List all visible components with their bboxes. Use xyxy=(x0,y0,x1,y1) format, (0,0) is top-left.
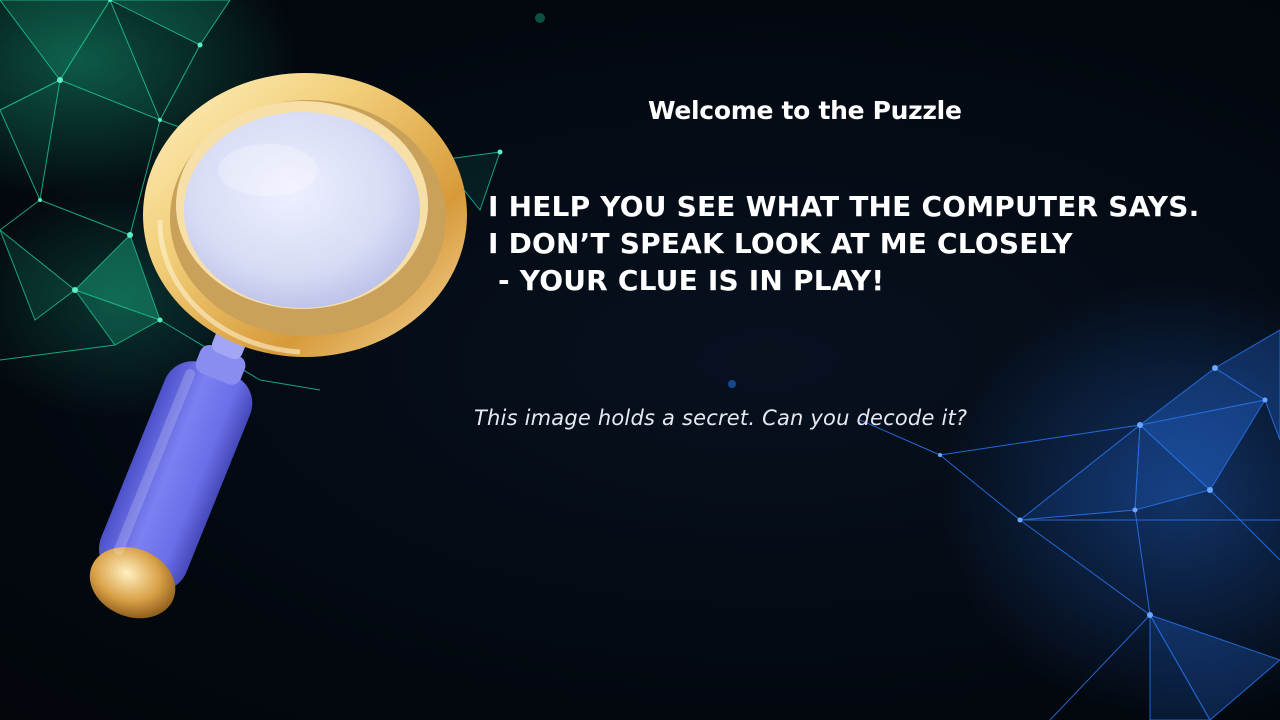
riddle-line-3: - YOUR CLUE IS IN PLAY! xyxy=(488,264,885,297)
secret-caption: This image holds a secret. Can you decod… xyxy=(474,406,968,430)
riddle-line-2: I DON’T SPEAK LOOK AT ME CLOSELY xyxy=(488,227,1073,260)
puzzle-slide: Welcome to the Puzzle I HELP YOU SEE WHA… xyxy=(0,0,1280,720)
magnifying-glass-icon xyxy=(89,73,467,619)
riddle-text: I HELP YOU SEE WHAT THE COMPUTER SAYS. I… xyxy=(488,188,1248,299)
page-title: Welcome to the Puzzle xyxy=(648,96,962,125)
riddle-line-1: I HELP YOU SEE WHAT THE COMPUTER SAYS. xyxy=(488,190,1200,223)
